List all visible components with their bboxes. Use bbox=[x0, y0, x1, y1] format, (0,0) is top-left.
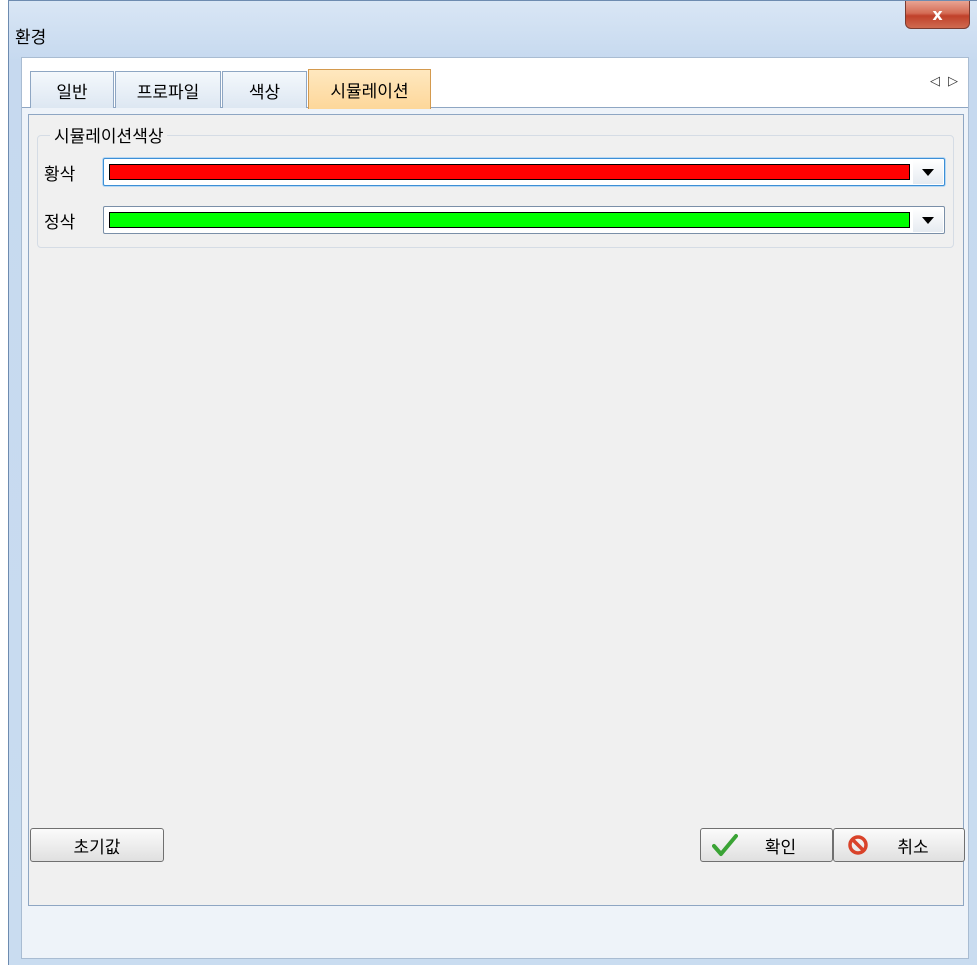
roughing-color-swatch bbox=[109, 164, 910, 180]
close-button[interactable]: x bbox=[905, 1, 970, 29]
tab-content-simulation: 시뮬레이션색상 황삭 정삭 bbox=[28, 114, 964, 906]
ok-label: 확인 bbox=[764, 837, 797, 858]
scroll-left-icon[interactable]: ◁ bbox=[930, 74, 940, 89]
finishing-label: 정삭 bbox=[44, 213, 76, 233]
finishing-color-swatch bbox=[109, 212, 910, 228]
simulation-color-group: 시뮬레이션색상 황삭 정삭 bbox=[37, 122, 954, 248]
tab-label: 일반 bbox=[56, 82, 88, 103]
window-title: 환경 bbox=[15, 28, 47, 48]
tab-label: 시뮬레이션 bbox=[330, 82, 409, 102]
cancel-button[interactable]: 취소 bbox=[833, 828, 965, 862]
tab-strip: 일반 프로파일 색상 시뮬레이션 ◁ ▷ bbox=[22, 58, 968, 109]
close-icon: x bbox=[932, 5, 943, 24]
tab-label: 프로파일 bbox=[136, 82, 200, 103]
scroll-right-icon[interactable]: ▷ bbox=[948, 74, 958, 89]
ok-button[interactable]: 확인 bbox=[700, 828, 833, 862]
tab-label: 색상 bbox=[248, 82, 281, 103]
reset-label: 초기값 bbox=[73, 837, 121, 858]
chevron-down-icon[interactable] bbox=[913, 208, 943, 232]
roughing-label: 황삭 bbox=[44, 165, 76, 185]
tab-simulation[interactable]: 시뮬레이션 bbox=[308, 69, 431, 109]
finishing-color-dropdown[interactable] bbox=[103, 206, 945, 234]
cancel-icon bbox=[844, 831, 872, 859]
tab-scroll-buttons: ◁ ▷ bbox=[930, 74, 958, 89]
tab-general[interactable]: 일반 bbox=[30, 71, 114, 108]
dialog-client: 일반 프로파일 색상 시뮬레이션 ◁ ▷ 시뮬레이션색상 황삭 정삭 초기값 확… bbox=[21, 57, 969, 959]
checkmark-icon bbox=[711, 831, 739, 859]
cancel-label: 취소 bbox=[897, 837, 929, 858]
tab-profile[interactable]: 프로파일 bbox=[115, 71, 221, 108]
tab-color[interactable]: 색상 bbox=[222, 71, 307, 108]
roughing-color-dropdown[interactable] bbox=[103, 158, 945, 186]
settings-dialog: 환경 x 일반 프로파일 색상 시뮬레이션 ◁ ▷ 시뮬레이션색상 황삭 정삭 … bbox=[8, 0, 977, 965]
title-bar[interactable]: 환경 x bbox=[9, 1, 977, 57]
reset-defaults-button[interactable]: 초기값 bbox=[30, 828, 164, 862]
group-title: 시뮬레이션색상 bbox=[50, 122, 168, 147]
chevron-down-icon[interactable] bbox=[913, 160, 943, 184]
